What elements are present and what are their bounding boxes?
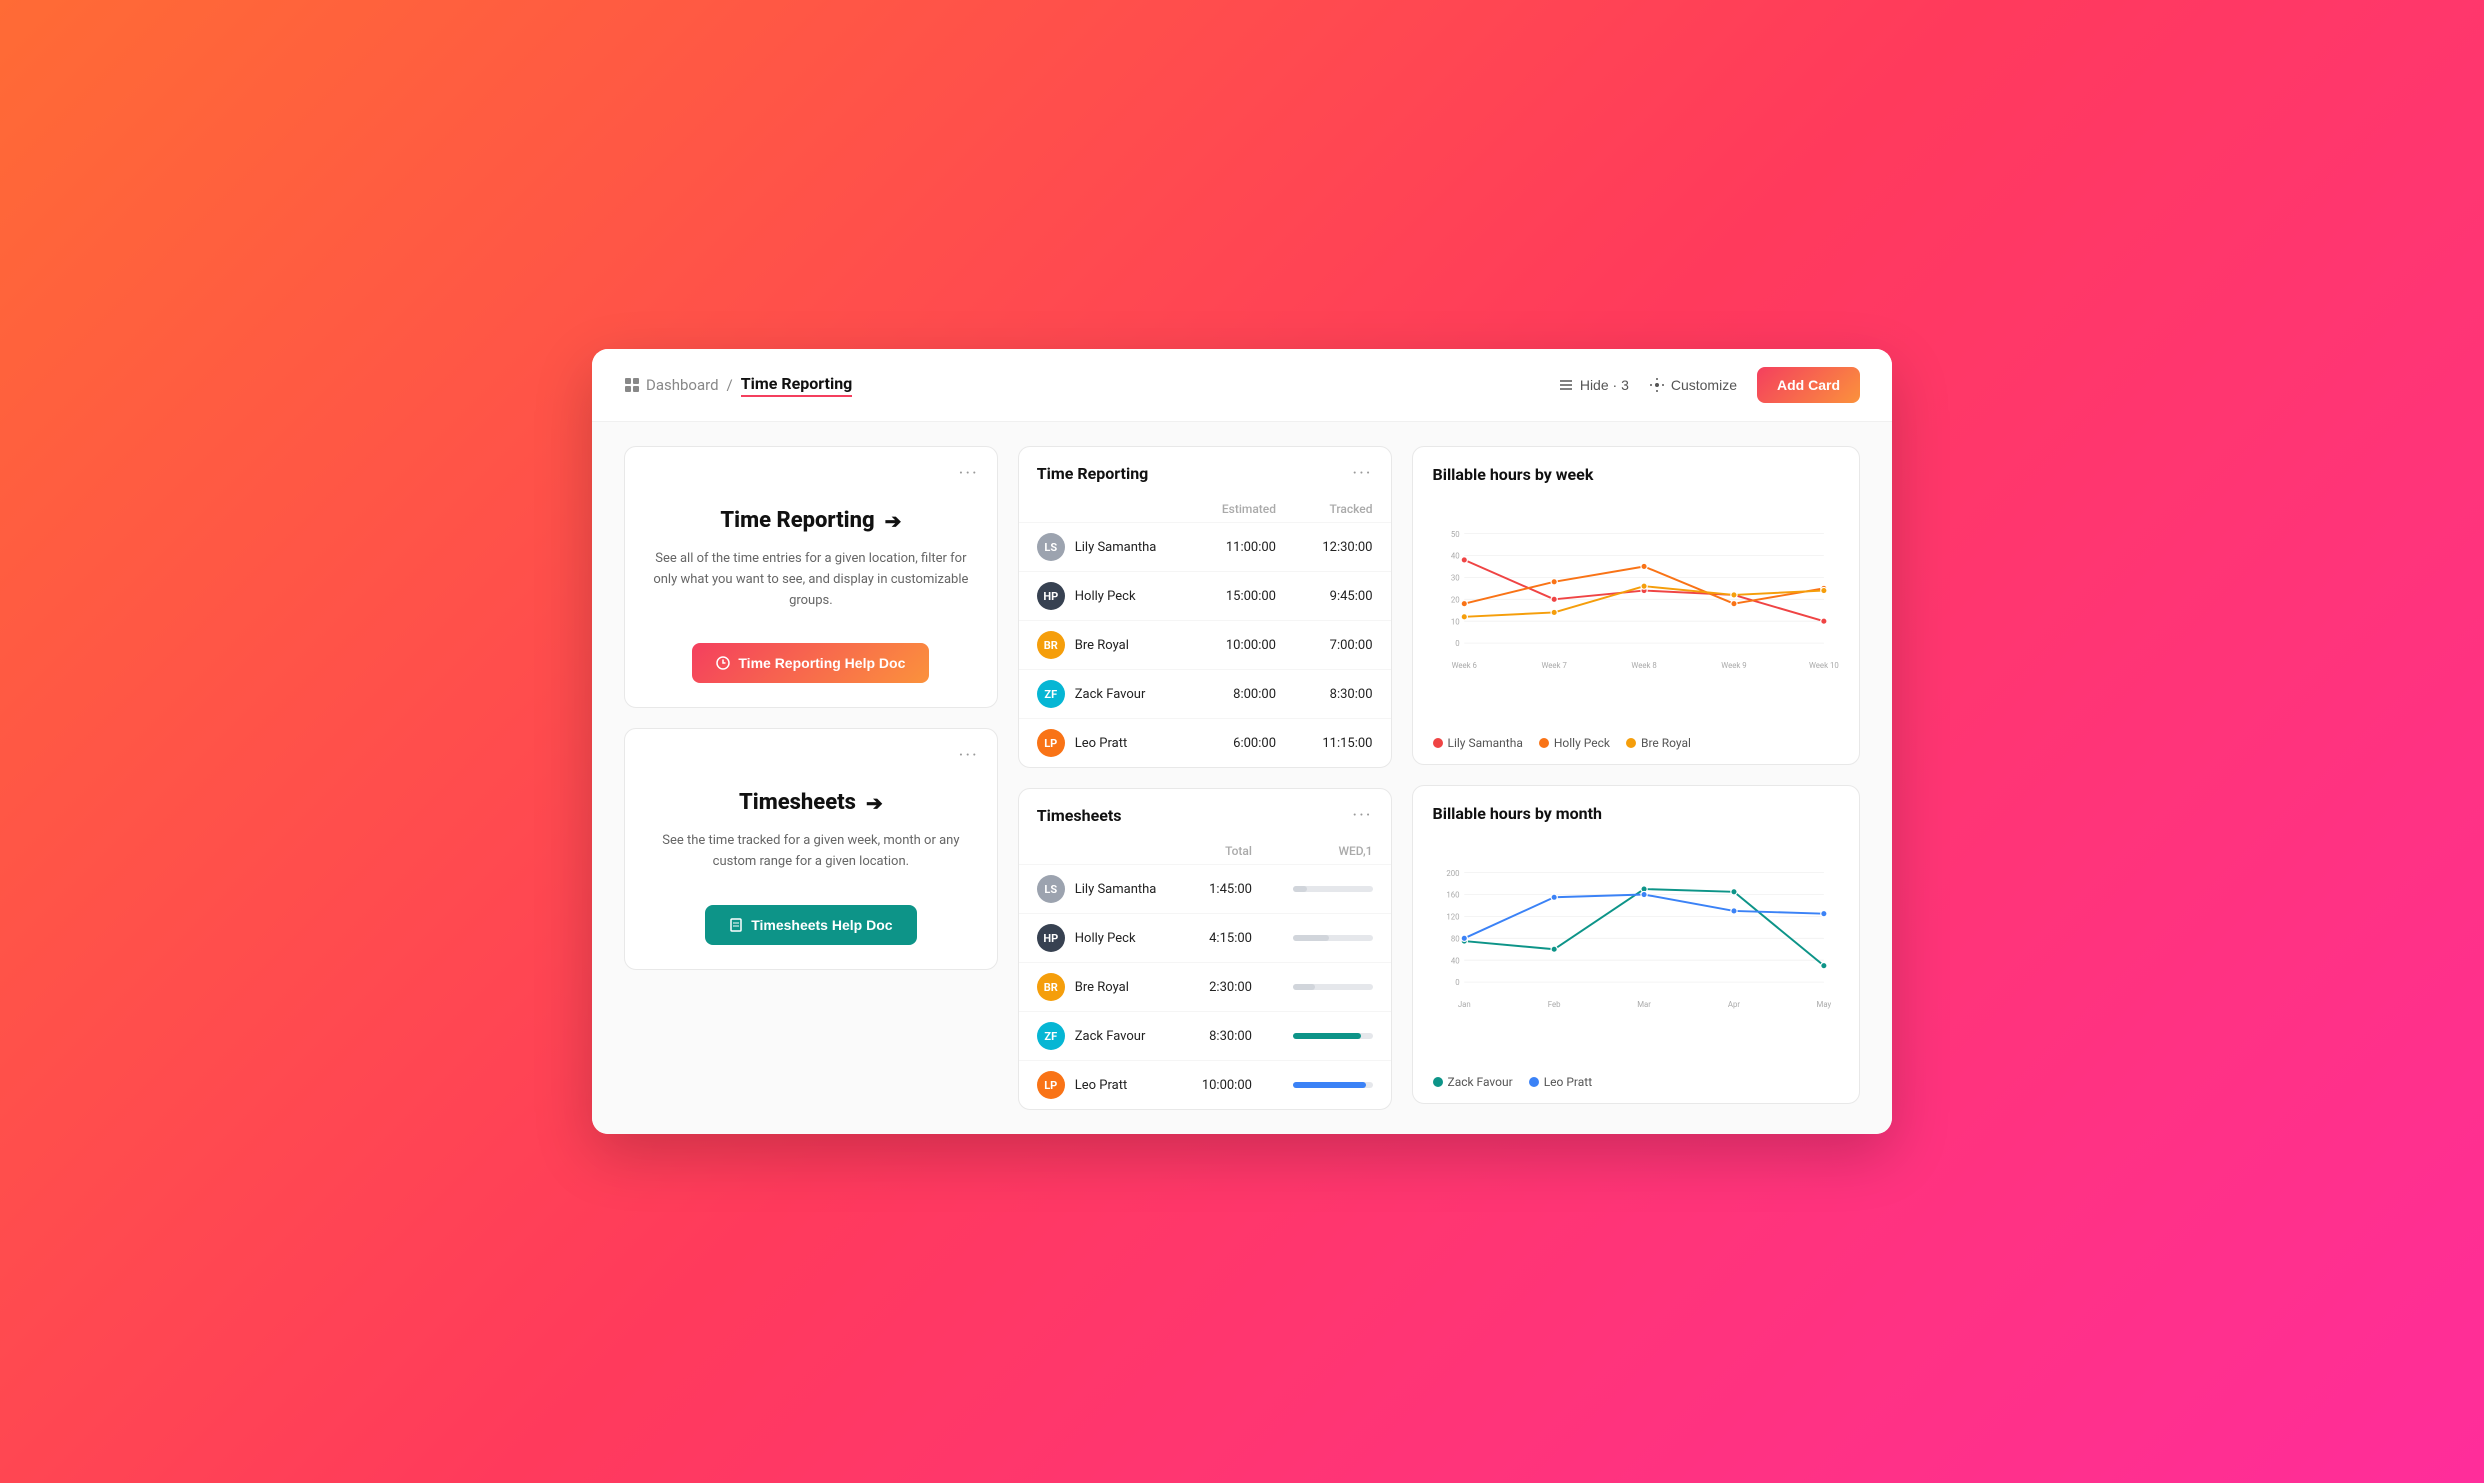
time-reporting-info-menu[interactable]: ··· <box>959 463 979 484</box>
billable-month-title: Billable hours by month <box>1433 804 1603 823</box>
svg-text:Week 7: Week 7 <box>1541 661 1567 670</box>
month-chart-legend: Zack Favour Leo Pratt <box>1413 1067 1860 1103</box>
timesheets-info-title: Timesheets ➔ <box>739 790 883 815</box>
time-reporting-info-card: ··· Time Reporting ➔ See all of the time… <box>624 446 998 708</box>
svg-text:40: 40 <box>1450 956 1459 965</box>
svg-text:Mar: Mar <box>1637 1000 1651 1009</box>
table-row: LP Leo Pratt 10:00:00 <box>1019 1061 1391 1110</box>
header: Dashboard / Time Reporting Hide · 3 Cust… <box>592 349 1892 422</box>
time-reporting-info-body: Time Reporting ➔ See all of the time ent… <box>625 484 997 707</box>
billable-month-header: Billable hours by month <box>1413 786 1860 823</box>
timesheets-arrow-icon: ➔ <box>866 791 883 815</box>
svg-text:0: 0 <box>1455 978 1459 987</box>
breadcrumb: Dashboard / Time Reporting <box>624 374 852 397</box>
timesheets-info-card: ··· Timesheets ➔ See the time tracked fo… <box>624 728 998 970</box>
timesheets-table: Total WED,1 LS Lily Samantha 1:45:00 HP <box>1019 838 1391 1109</box>
legend-item: Lily Samantha <box>1433 736 1523 750</box>
table-row: LS Lily Samantha 11:00:00 12:30:00 <box>1019 523 1391 572</box>
svg-text:50: 50 <box>1450 530 1459 539</box>
timesheets-table-menu[interactable]: ··· <box>1352 805 1372 826</box>
timesheets-info-body: Timesheets ➔ See the time tracked for a … <box>625 766 997 969</box>
table-row: LP Leo Pratt 6:00:00 11:15:00 <box>1019 719 1391 768</box>
table-row: BR Bre Royal 10:00:00 7:00:00 <box>1019 621 1391 670</box>
timesheets-table-title: Timesheets <box>1037 806 1122 825</box>
svg-text:Feb: Feb <box>1547 1000 1560 1009</box>
time-reporting-help-btn[interactable]: Time Reporting Help Doc <box>692 643 929 683</box>
svg-text:20: 20 <box>1450 595 1459 604</box>
breadcrumb-dashboard[interactable]: Dashboard <box>624 376 719 394</box>
billable-week-card: Billable hours by week 50 40 30 20 10 0 Week 6… <box>1412 446 1861 765</box>
table-row: LS Lily Samantha 1:45:00 <box>1019 865 1391 914</box>
svg-text:40: 40 <box>1450 552 1459 561</box>
table-row: HP Holly Peck 15:00:00 9:45:00 <box>1019 572 1391 621</box>
week-chart-svg: 50 40 30 20 10 0 Week 6 Week 7 Week 8 Week 9 Week … <box>1433 494 1840 714</box>
table-row: HP Holly Peck 4:15:00 <box>1019 914 1391 963</box>
customize-icon <box>1649 377 1665 393</box>
svg-text:120: 120 <box>1446 913 1459 922</box>
billable-week-title: Billable hours by week <box>1433 465 1594 484</box>
col-total: Total <box>1180 838 1270 865</box>
svg-text:30: 30 <box>1450 574 1459 583</box>
time-reporting-table: Estimated Tracked LS Lily Samantha 11:00… <box>1019 496 1391 767</box>
middle-column: Time Reporting ··· Estimated Tracked <box>1018 446 1392 1110</box>
legend-item: Holly Peck <box>1539 736 1610 750</box>
col-estimated: Estimated <box>1193 496 1294 523</box>
col-wed: WED,1 <box>1270 838 1391 865</box>
billable-month-chart: 200 160 120 80 40 0 Jan Feb Mar Apr May <box>1413 823 1860 1067</box>
legend-item: Leo Pratt <box>1529 1075 1592 1089</box>
week-chart-legend: Lily Samantha Holly Peck Bre Royal <box>1413 728 1860 764</box>
billable-month-card: Billable hours by month 200 160 120 80 40 0 Ja… <box>1412 785 1861 1104</box>
svg-text:Week 6: Week 6 <box>1451 661 1477 670</box>
timesheets-info-header: ··· <box>625 729 997 766</box>
hide-icon <box>1558 377 1574 393</box>
legend-item: Bre Royal <box>1626 736 1691 750</box>
time-reporting-info-desc: See all of the time entries for a given … <box>653 549 969 611</box>
cards-grid: ··· Time Reporting ➔ See all of the time… <box>624 446 1860 1110</box>
customize-button[interactable]: Customize <box>1649 377 1737 393</box>
time-reporting-info-title: Time Reporting ➔ <box>720 508 901 533</box>
hide-button[interactable]: Hide · 3 <box>1558 377 1629 393</box>
table-row: BR Bre Royal 2:30:00 <box>1019 963 1391 1012</box>
month-chart-svg: 200 160 120 80 40 0 Jan Feb Mar Apr May <box>1433 833 1840 1053</box>
legend-item: Zack Favour <box>1433 1075 1513 1089</box>
svg-text:200: 200 <box>1446 869 1459 878</box>
time-reporting-table-title: Time Reporting <box>1037 464 1149 483</box>
arrow-right-icon: ➔ <box>885 509 902 533</box>
timesheets-info-desc: See the time tracked for a given week, m… <box>653 831 969 873</box>
svg-text:0: 0 <box>1455 639 1459 648</box>
svg-text:10: 10 <box>1450 617 1459 626</box>
header-actions: Hide · 3 Customize Add Card <box>1558 367 1860 403</box>
dashboard-icon <box>624 377 640 393</box>
svg-text:Jan: Jan <box>1457 1000 1470 1009</box>
time-reporting-info-header: ··· <box>625 447 997 484</box>
billable-week-header: Billable hours by week <box>1413 447 1860 484</box>
time-reporting-table-header: Time Reporting ··· <box>1019 447 1391 496</box>
col-tracked: Tracked <box>1294 496 1391 523</box>
svg-text:Apr: Apr <box>1727 1000 1739 1009</box>
timesheets-table-header: Timesheets ··· <box>1019 789 1391 838</box>
main-container: Dashboard / Time Reporting Hide · 3 Cust… <box>592 349 1892 1134</box>
timesheets-table-card: Timesheets ··· Total WED,1 L <box>1018 788 1392 1110</box>
left-column: ··· Time Reporting ➔ See all of the time… <box>624 446 998 1110</box>
clock-icon <box>716 656 730 670</box>
svg-text:Week 9: Week 9 <box>1721 661 1746 670</box>
svg-text:Week 8: Week 8 <box>1631 661 1656 670</box>
page-title: Time Reporting <box>741 374 853 397</box>
table-row: ZF Zack Favour 8:30:00 <box>1019 1012 1391 1061</box>
svg-text:80: 80 <box>1450 934 1459 943</box>
table-row: ZF Zack Favour 8:00:00 8:30:00 <box>1019 670 1391 719</box>
right-column: Billable hours by week 50 40 30 20 10 0 Week 6… <box>1412 446 1861 1110</box>
svg-text:Week 10: Week 10 <box>1809 661 1839 670</box>
add-card-button[interactable]: Add Card <box>1757 367 1860 403</box>
svg-text:160: 160 <box>1446 891 1459 900</box>
doc-icon <box>729 918 743 932</box>
timesheets-help-btn[interactable]: Timesheets Help Doc <box>705 905 916 945</box>
billable-week-chart: 50 40 30 20 10 0 Week 6 Week 7 Week 8 Week 9 Week … <box>1413 484 1860 728</box>
content: ··· Time Reporting ➔ See all of the time… <box>592 422 1892 1134</box>
timesheets-info-menu[interactable]: ··· <box>959 745 979 766</box>
time-reporting-table-menu[interactable]: ··· <box>1352 463 1372 484</box>
time-reporting-table-card: Time Reporting ··· Estimated Tracked <box>1018 446 1392 768</box>
svg-text:May: May <box>1816 1000 1831 1009</box>
